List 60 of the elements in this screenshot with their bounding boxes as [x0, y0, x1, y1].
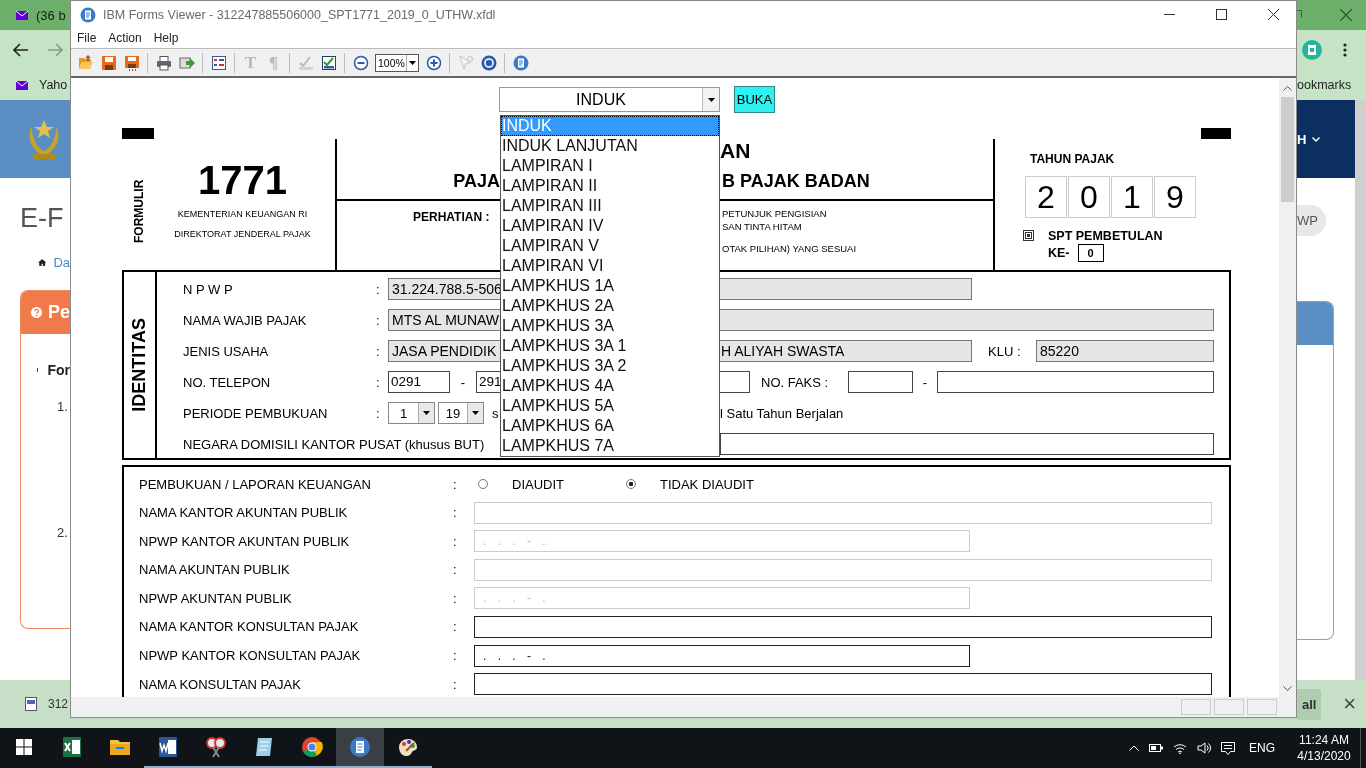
amendment-count-label: KE-	[1048, 246, 1070, 260]
field-label: l Satu Tahun Berjalan	[720, 405, 844, 421]
field-label: NPWP KANTOR AKUNTAN PUBLIK	[139, 533, 350, 549]
directorate-name: DIREKTORAT JENDERAL PAJAK	[174, 228, 311, 241]
field-label: NPWP AKUNTAN PUBLIK	[139, 590, 292, 606]
field-label: NEGARA DOMISILI KANTOR PUSAT (khusus BUT)	[183, 436, 485, 452]
colon: :	[453, 619, 458, 635]
field-label: NO. FAKS :	[760, 374, 830, 390]
field-label: PERIODE PEMBUKUAN	[183, 405, 328, 421]
field-label: NAMA KANTOR AKUNTAN PUBLIK	[139, 505, 348, 521]
year-digit: 0	[1068, 176, 1110, 218]
colon: :	[453, 590, 458, 606]
year-digit: 9	[1154, 176, 1196, 218]
field-label: JENIS USAHA	[183, 343, 269, 359]
colon: :	[453, 562, 458, 578]
year-digit: 1	[1111, 176, 1153, 218]
colon: :	[453, 648, 458, 664]
field-label: -	[459, 374, 467, 390]
form-label: FORMULIR	[132, 178, 146, 243]
section-label: IDENTITAS	[129, 318, 150, 412]
colon: :	[453, 676, 458, 692]
field-label: NAMA KANTOR KONSULTAN PAJAK	[139, 619, 359, 635]
step-number: 1.	[56, 399, 69, 414]
amendment-label: SPT PEMBETULAN	[1048, 229, 1163, 244]
field-label: -	[921, 374, 929, 390]
colon: :	[453, 505, 458, 521]
step-number: 2.	[56, 525, 69, 540]
panel-title: Pe	[47, 302, 70, 323]
tax-year-label: TAHUN PAJAK	[1030, 152, 1116, 166]
ministry-name: KEMENTERIAN KEUANGAN RI	[177, 208, 308, 221]
radio-label: TIDAK DIAUDIT	[660, 476, 754, 492]
field-label: NAMA KONSULTAN PAJAK	[139, 676, 301, 692]
colon: :	[376, 405, 381, 421]
field-label: N P W P	[183, 281, 233, 297]
colon: :	[376, 281, 381, 297]
colon: :	[376, 343, 381, 359]
notice-label: PERHATIAN :	[412, 209, 491, 226]
notice-text: OTAK PILIHAN) YANG SESUAI	[722, 242, 858, 255]
form-number: 1771	[198, 160, 287, 200]
field-label: s	[492, 405, 499, 421]
field-label: NAMA WAJIB PAJAK	[183, 312, 307, 328]
year-digit: 2	[1025, 176, 1067, 218]
colon: :	[453, 533, 458, 549]
window-title: IBM Forms Viewer - 312247885506000_SPT1771_2019_0_UTHW.xfdl	[103, 7, 496, 22]
notice-text: PETUNJUK PENGISIAN	[722, 207, 828, 220]
field-label: NAMA AKUNTAN PUBLIK	[139, 562, 290, 578]
form-title: AN	[720, 139, 752, 163]
field-label: NO. TELEPON	[183, 374, 271, 390]
page-title: E-F	[19, 202, 65, 234]
form-title: B PAJAK BADAN	[721, 170, 871, 193]
list-item: For	[47, 362, 70, 378]
colon: :	[453, 476, 458, 492]
field-label: PEMBUKUAN / LAPORAN KEUANGAN	[139, 476, 371, 492]
form-title: PAJA	[452, 170, 500, 193]
radio-label: DIAUDIT	[512, 476, 564, 492]
colon: :	[376, 312, 381, 328]
colon: :	[376, 374, 381, 390]
field-label: KLU :	[987, 343, 1022, 359]
field-label: NPWP KANTOR KONSULTAN PAJAK	[139, 648, 361, 664]
notice-text: SAN TINTA HITAM	[722, 220, 803, 233]
